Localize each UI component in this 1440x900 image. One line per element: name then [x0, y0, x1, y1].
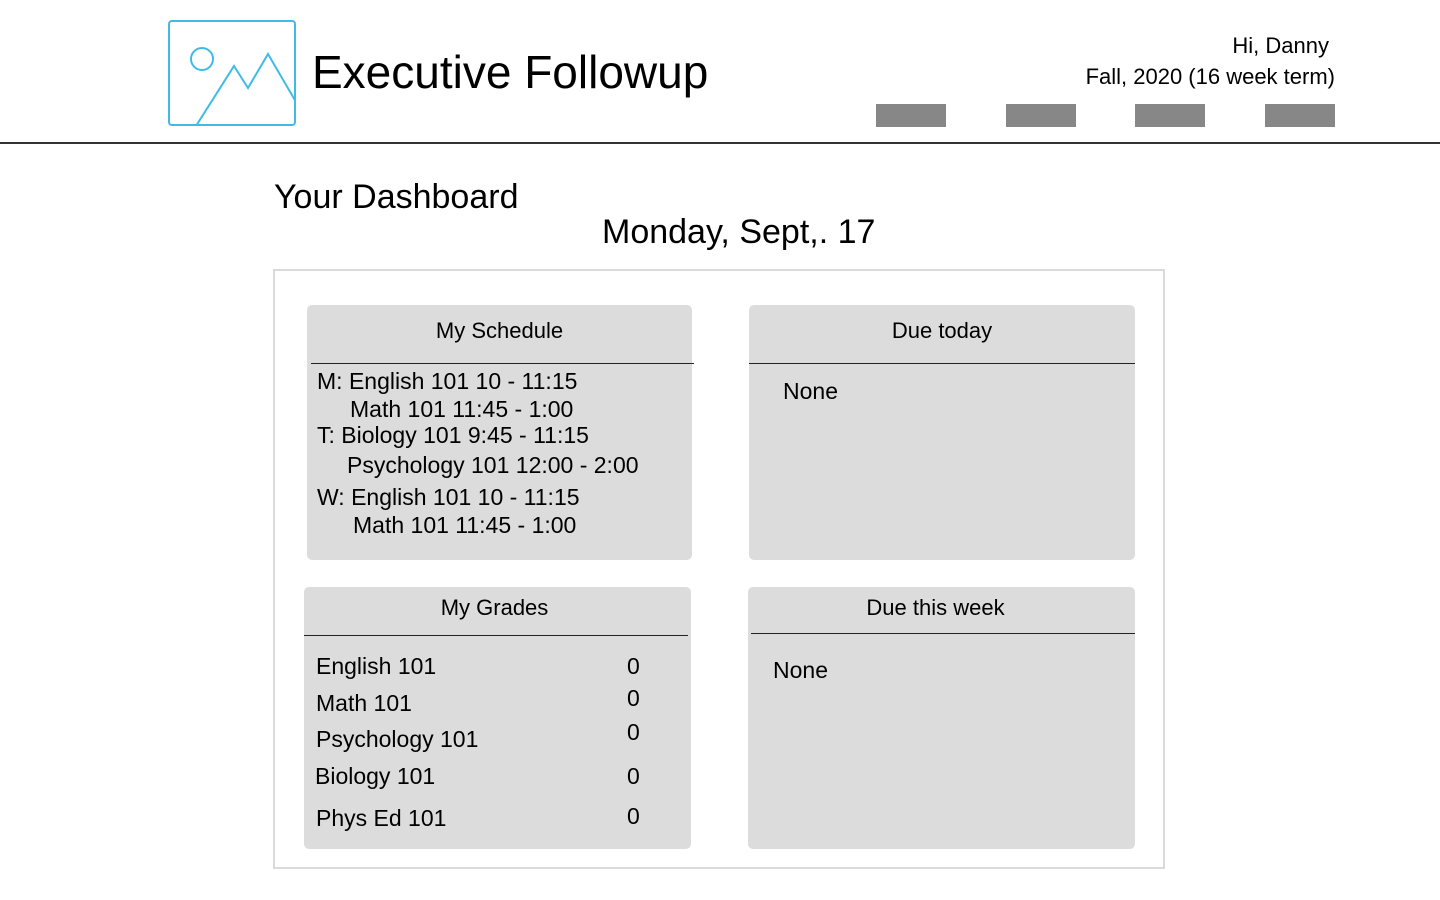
grade-course: Phys Ed 101: [316, 805, 447, 831]
schedule-line: W: English 101 10 - 11:15: [317, 484, 580, 510]
nav-button-2[interactable]: [1006, 104, 1076, 127]
due-this-week-card-divider: [751, 633, 1135, 634]
grade-value: 0: [627, 685, 640, 711]
schedule-card-divider: [311, 363, 694, 364]
grades-card-title: My Grades: [440, 595, 549, 620]
grades-card: My Grades English 101 0 Math 101 0 Psych…: [304, 587, 691, 849]
due-this-week-card: Due this week None: [748, 587, 1135, 849]
grade-value: 0: [627, 803, 640, 829]
grade-course: Math 101: [316, 690, 412, 716]
header-divider: [0, 142, 1440, 144]
due-today-card-title: Due today: [891, 318, 993, 343]
nav-button-3[interactable]: [1135, 104, 1205, 127]
user-greeting: Hi, Danny: [1232, 33, 1329, 58]
due-this-week-text: None: [773, 657, 828, 683]
nav-button-4[interactable]: [1265, 104, 1335, 127]
schedule-card: My Schedule M: English 101 10 - 11:15 Ma…: [307, 305, 694, 560]
page-title: Your Dashboard: [274, 178, 519, 216]
term-label: Fall, 2020 (16 week term): [1085, 64, 1335, 89]
due-today-text: None: [783, 378, 838, 404]
grade-value: 0: [627, 653, 640, 679]
grades-card-divider: [304, 635, 688, 636]
date-heading: Monday, Sept,. 17: [602, 213, 876, 251]
grade-course: Biology 101: [315, 763, 436, 789]
due-this-week-card-title: Due this week: [866, 595, 1005, 620]
logo-image-icon: [168, 20, 296, 126]
grade-course: Psychology 101: [316, 726, 479, 752]
schedule-line: Psychology 101 12:00 - 2:00: [347, 452, 639, 478]
schedule-line: T: Biology 101 9:45 - 11:15: [317, 422, 589, 448]
schedule-line: Math 101 11:45 - 1:00: [353, 512, 577, 538]
app-title: Executive Followup: [312, 46, 709, 98]
schedule-card-title: My Schedule: [435, 318, 564, 343]
due-today-card: Due today None: [749, 305, 1135, 560]
schedule-line: M: English 101 10 - 11:15: [317, 368, 578, 394]
page: Executive Followup Hi, Danny Fall, 2020 …: [0, 0, 1440, 900]
grade-value: 0: [627, 763, 640, 789]
nav-button-1[interactable]: [876, 104, 946, 127]
due-today-card-divider: [749, 363, 1135, 364]
grade-course: English 101: [316, 653, 437, 679]
image-placeholder-icon: [190, 47, 294, 124]
schedule-line: Math 101 11:45 - 1:00: [350, 396, 574, 422]
grade-value: 0: [627, 719, 640, 745]
